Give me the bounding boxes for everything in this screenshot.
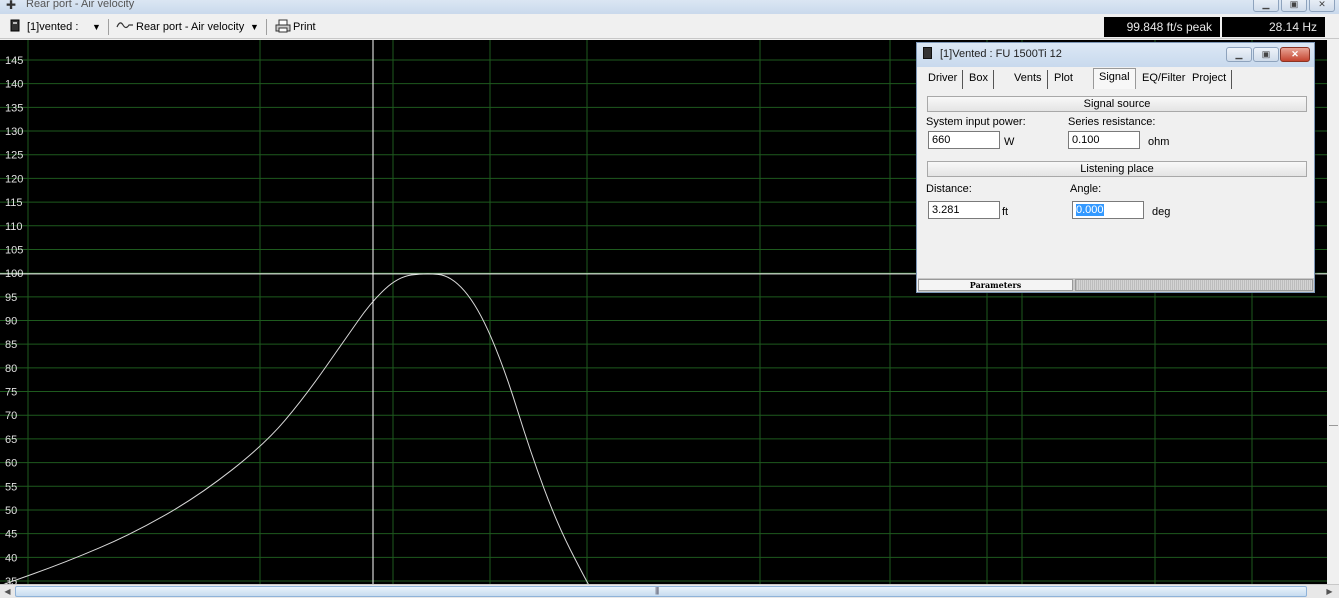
- angle-label: Angle:: [1070, 183, 1102, 195]
- status-parameters: Parameters: [918, 279, 1073, 291]
- print-icon[interactable]: [275, 19, 291, 35]
- dialog-titlebar[interactable]: [1]Vented : FU 1500Ti 12 ▁ ▣ ✕: [917, 43, 1314, 67]
- scroll-left-icon[interactable]: ◀: [1, 586, 14, 598]
- scrollbar-grip-icon: |||: [655, 586, 659, 595]
- y-tick-label: 115: [5, 197, 23, 209]
- tab-eq-filter[interactable]: EQ/Filter: [1137, 70, 1192, 89]
- listening-place-header: Listening place: [927, 161, 1307, 177]
- resistance-input[interactable]: 0.100: [1068, 131, 1140, 149]
- tab-project[interactable]: Project: [1187, 70, 1233, 89]
- y-tick-label: 45: [5, 529, 17, 541]
- y-tick-label: 40: [5, 552, 17, 564]
- distance-input[interactable]: 3.281: [928, 201, 1000, 219]
- tab-signal[interactable]: Signal: [1093, 68, 1136, 89]
- toolbar-divider: [108, 19, 109, 35]
- status-progress: [1075, 279, 1313, 291]
- y-tick-label: 145: [5, 55, 23, 67]
- power-label: System input power:: [926, 116, 1026, 128]
- window-title: Rear port - Air velocity: [26, 0, 135, 10]
- y-tick-label: 50: [5, 505, 17, 517]
- y-tick-label: 60: [5, 458, 17, 470]
- frequency-readout: 28.14 Hz: [1222, 17, 1325, 37]
- dialog-maximize-button[interactable]: ▣: [1253, 47, 1279, 62]
- signal-panel: Signal source System input power: 660 W …: [923, 89, 1309, 275]
- tab-box[interactable]: Box: [964, 70, 994, 89]
- y-tick-label: 105: [5, 244, 23, 256]
- angle-unit: deg: [1152, 206, 1171, 218]
- dialog-minimize-button[interactable]: ▁: [1226, 47, 1252, 62]
- horizontal-scrollbar[interactable]: ◀ ||| ▶: [0, 584, 1339, 598]
- project-icon: [923, 47, 932, 59]
- project-dropdown-icon[interactable]: ▼: [92, 19, 101, 35]
- toolbar: [1]vented : ▼ Rear port - Air velocity ▼…: [0, 15, 1339, 39]
- window-controls: ▁ ▣ ✕: [1253, 0, 1335, 12]
- signal-source-header: Signal source: [927, 96, 1307, 112]
- window-titlebar: ✚ Rear port - Air velocity ▁ ▣ ✕: [0, 0, 1339, 14]
- angle-value: 0.000: [1076, 204, 1104, 216]
- print-button[interactable]: Print: [293, 19, 316, 35]
- y-tick-label: 85: [5, 339, 17, 351]
- resistance-unit: ohm: [1148, 136, 1170, 148]
- scrollbar-thumb[interactable]: [15, 586, 1307, 597]
- dialog-statusbar: Parameters: [918, 278, 1314, 292]
- y-tick-label: 125: [5, 150, 23, 162]
- graph-type-icon: [116, 19, 134, 35]
- close-button[interactable]: ✕: [1309, 0, 1335, 12]
- angle-input[interactable]: 0.000: [1072, 201, 1144, 219]
- graph-selector[interactable]: Rear port - Air velocity: [136, 19, 244, 35]
- vertical-scroll-edge: [1327, 40, 1339, 584]
- dialog-title: [1]Vented : FU 1500Ti 12: [940, 48, 1062, 60]
- dialog-window-controls: ▁ ▣ ✕: [1226, 47, 1310, 62]
- distance-label: Distance:: [926, 183, 972, 195]
- pin-icon: ✚: [6, 0, 17, 12]
- scroll-right-icon[interactable]: ▶: [1323, 586, 1336, 598]
- y-tick-label: 75: [5, 387, 17, 399]
- resistance-label: Series resistance:: [1068, 116, 1156, 128]
- y-tick-label: 110: [5, 221, 23, 233]
- toolbar-divider: [266, 19, 267, 35]
- y-tick-label: 135: [5, 102, 23, 114]
- power-unit: W: [1004, 136, 1015, 148]
- project-icon: [10, 19, 20, 35]
- y-tick-label: 65: [5, 434, 17, 446]
- y-tick-label: 140: [5, 79, 23, 91]
- distance-unit: ft: [1002, 206, 1009, 218]
- minimize-button[interactable]: ▁: [1253, 0, 1279, 12]
- y-tick-label: 55: [5, 481, 17, 493]
- power-input[interactable]: 660: [928, 131, 1000, 149]
- tab-driver[interactable]: Driver: [923, 70, 964, 89]
- maximize-button[interactable]: ▣: [1281, 0, 1307, 12]
- graph-dropdown-icon[interactable]: ▼: [250, 19, 259, 35]
- tab-plot[interactable]: Plot: [1049, 70, 1078, 89]
- y-tick-label: 120: [5, 173, 23, 185]
- y-tick-label: 80: [5, 363, 17, 375]
- y-tick-label: 95: [5, 292, 17, 304]
- dialog-close-button[interactable]: ✕: [1280, 47, 1310, 62]
- y-tick-label: 90: [5, 316, 17, 328]
- y-tick-label: 70: [5, 410, 17, 422]
- peak-readout: 99.848 ft/s peak: [1104, 17, 1220, 37]
- parameters-dialog: [1]Vented : FU 1500Ti 12 ▁ ▣ ✕ Driver Bo…: [916, 42, 1315, 293]
- project-selector[interactable]: [1]vented :: [27, 19, 78, 35]
- tab-vents[interactable]: Vents: [1009, 70, 1048, 89]
- y-tick-label: 130: [5, 126, 23, 138]
